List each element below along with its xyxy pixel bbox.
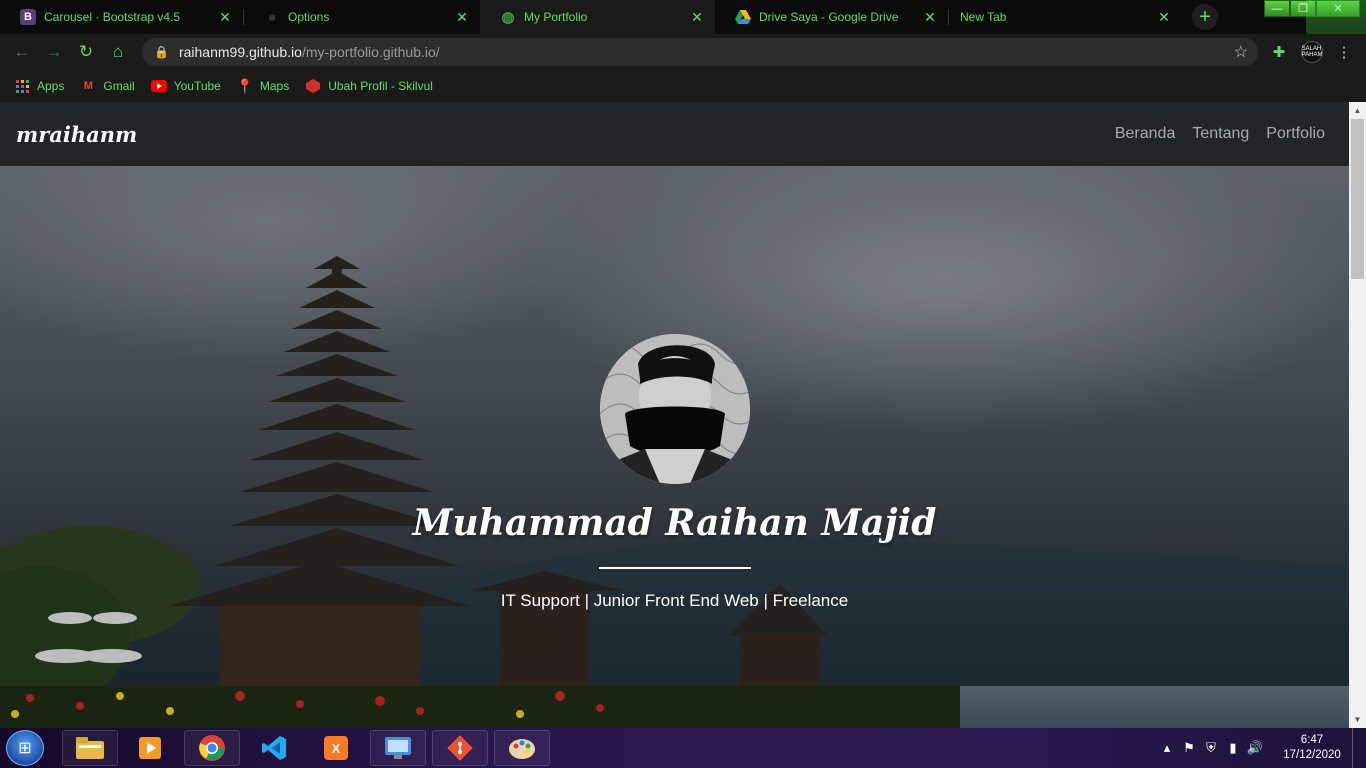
new-tab-button[interactable]: + bbox=[1192, 4, 1218, 30]
tab-strip: B Carousel · Bootstrap v4.5 ✕ ● Options … bbox=[0, 0, 1366, 102]
skilvul-icon bbox=[305, 78, 321, 94]
show-desktop-button[interactable] bbox=[1352, 728, 1366, 768]
tab-google-drive[interactable]: Drive Saya - Google Drive ✕ bbox=[715, 0, 948, 34]
bootstrap-icon: B bbox=[20, 9, 36, 25]
site-brand[interactable]: mraihanm bbox=[16, 122, 137, 147]
tray-expand-icon[interactable]: ▴ bbox=[1156, 740, 1178, 756]
hero-divider bbox=[599, 567, 751, 569]
bookmark-label: Apps bbox=[37, 79, 65, 93]
nav-link-portfolio[interactable]: Portfolio bbox=[1266, 125, 1325, 143]
restore-button[interactable]: ❐ bbox=[1290, 0, 1316, 17]
bookmark-gmail[interactable]: M Gmail bbox=[80, 78, 135, 94]
youtube-icon bbox=[150, 78, 167, 94]
tab-my-portfolio[interactable]: ◍ My Portfolio ✕ bbox=[480, 0, 715, 34]
home-icon[interactable]: ⌂ bbox=[106, 40, 130, 64]
chrome-icon[interactable] bbox=[184, 730, 240, 766]
url-host: raihanm99.github.io bbox=[178, 44, 302, 60]
hero-section: Muhammad Raihan Majid IT Support | Junio… bbox=[0, 166, 1349, 728]
scroll-down-arrow-icon[interactable]: ▼ bbox=[1349, 711, 1366, 728]
github-icon: ● bbox=[267, 8, 277, 26]
globe-icon: ◍ bbox=[501, 9, 515, 26]
vscode-icon[interactable] bbox=[246, 730, 302, 766]
hero-name: Muhammad Raihan Majid bbox=[412, 502, 937, 544]
tab-label: Options bbox=[288, 10, 330, 24]
tab-label: New Tab bbox=[960, 10, 1007, 24]
bookmark-star-icon[interactable]: ☆ bbox=[1234, 42, 1248, 62]
gmail-icon: M bbox=[83, 80, 93, 92]
url-path: /my-portfolio.github.io/ bbox=[301, 44, 440, 60]
control-panel-icon[interactable] bbox=[370, 730, 426, 766]
scroll-up-arrow-icon[interactable]: ▲ bbox=[1349, 102, 1366, 119]
tab-label: My Portfolio bbox=[524, 10, 588, 24]
clock-date: 17/12/2020 bbox=[1283, 749, 1341, 761]
menu-kebab-icon[interactable]: ⋮ bbox=[1334, 42, 1354, 62]
bookmark-youtube[interactable]: YouTube bbox=[150, 78, 221, 94]
reload-icon[interactable]: ↻ bbox=[74, 40, 98, 64]
nav-link-beranda[interactable]: Beranda bbox=[1115, 125, 1176, 143]
bookmark-label: YouTube bbox=[173, 79, 221, 93]
xampp-icon[interactable]: X bbox=[308, 730, 364, 766]
page-viewport: mraihanm Beranda Tentang Portfolio Muham… bbox=[0, 102, 1349, 728]
media-player-icon[interactable] bbox=[122, 730, 178, 766]
windows-taskbar: ⊞ X ▴ ⚑ ⛨ ▮ 🔊 6:47 17/12/2020 bbox=[0, 728, 1366, 768]
bookmark-apps[interactable]: Apps bbox=[14, 78, 64, 94]
site-navbar: mraihanm Beranda Tentang Portfolio bbox=[0, 102, 1349, 166]
close-icon[interactable]: ✕ bbox=[922, 9, 938, 26]
close-window-button[interactable]: ✕ bbox=[1316, 0, 1360, 17]
address-bar[interactable]: 🔒 raihanm99.github.io/my-portfolio.githu… bbox=[142, 38, 1258, 66]
forward-arrow-icon[interactable]: → bbox=[42, 40, 66, 64]
action-center-flag-icon[interactable]: ⚑ bbox=[1178, 740, 1200, 756]
taskbar-clock[interactable]: 6:47 17/12/2020 bbox=[1272, 733, 1352, 763]
lock-icon[interactable]: 🔒 bbox=[154, 45, 169, 59]
tab-options[interactable]: ● Options ✕ bbox=[244, 0, 480, 34]
profile-photo bbox=[600, 334, 750, 484]
maps-icon: 📍 bbox=[236, 77, 254, 94]
bookmarks-bar: Apps M Gmail YouTube 📍 Maps Ubah Profil … bbox=[0, 70, 1366, 102]
tab-new-tab[interactable]: New Tab ✕ bbox=[949, 0, 1182, 34]
clock-time: 6:47 bbox=[1300, 734, 1324, 746]
hero-subtitle: IT Support | Junior Front End Web | Free… bbox=[500, 591, 849, 610]
git-icon[interactable] bbox=[432, 730, 488, 766]
security-icon[interactable]: ⛨ bbox=[1200, 740, 1222, 756]
tab-label: Carousel · Bootstrap v4.5 bbox=[44, 10, 181, 24]
bookmark-label: Ubah Profil - Skilvul bbox=[328, 79, 433, 93]
close-icon[interactable]: ✕ bbox=[454, 9, 470, 26]
apps-grid-icon bbox=[14, 78, 30, 94]
back-arrow-icon[interactable]: ← bbox=[10, 40, 34, 64]
close-icon[interactable]: ✕ bbox=[1156, 9, 1172, 26]
page-scrollbar[interactable]: ▲ ▼ bbox=[1349, 102, 1366, 728]
window-controls: — ❐ ✕ bbox=[1264, 0, 1360, 17]
bookmark-label: Maps bbox=[259, 79, 290, 93]
tab-bootstrap[interactable]: B Carousel · Bootstrap v4.5 ✕ bbox=[0, 0, 243, 34]
bookmark-skilvul[interactable]: Ubah Profil - Skilvul bbox=[305, 78, 433, 94]
google-drive-icon bbox=[735, 9, 751, 25]
browser-toolbar: ← → ↻ ⌂ 🔒 raihanm99.github.io/my-portfol… bbox=[0, 34, 1366, 70]
bookmark-maps[interactable]: 📍 Maps bbox=[236, 77, 290, 94]
scrollbar-thumb[interactable] bbox=[1351, 119, 1364, 279]
network-signal-icon[interactable]: ▮ bbox=[1222, 740, 1244, 756]
profile-avatar[interactable]: SALAH PAHAM bbox=[1301, 41, 1323, 63]
nav-links: Beranda Tentang Portfolio bbox=[1115, 125, 1325, 143]
system-tray: ▴ ⚑ ⛨ ▮ 🔊 6:47 17/12/2020 bbox=[1156, 728, 1366, 768]
close-icon[interactable]: ✕ bbox=[217, 9, 233, 26]
volume-icon[interactable]: 🔊 bbox=[1244, 740, 1266, 756]
tab-label: Drive Saya - Google Drive bbox=[759, 10, 899, 24]
svg-text:X: X bbox=[332, 741, 341, 756]
minimize-button[interactable]: — bbox=[1264, 0, 1290, 17]
nav-link-tentang[interactable]: Tentang bbox=[1192, 125, 1249, 143]
windows-start-icon[interactable]: ⊞ bbox=[6, 730, 44, 766]
paint-icon[interactable] bbox=[494, 730, 550, 766]
bookmark-label: Gmail bbox=[103, 79, 135, 93]
close-icon[interactable]: ✕ bbox=[689, 9, 705, 26]
file-explorer-icon[interactable] bbox=[62, 730, 118, 766]
extensions-puzzle-icon[interactable]: ✚ bbox=[1269, 42, 1289, 62]
